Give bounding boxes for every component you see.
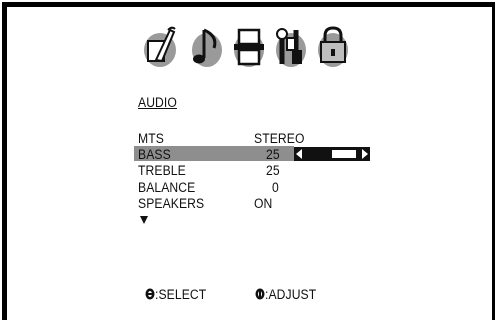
row-label-bass[interactable]: BASS bbox=[138, 147, 171, 162]
row-value-bass: 25 bbox=[266, 147, 280, 162]
menu-icon-bar bbox=[142, 24, 368, 74]
row-value-treble: 25 bbox=[266, 163, 280, 178]
setup-tv-icon[interactable] bbox=[230, 24, 268, 70]
row-label-speakers[interactable]: SPEAKERS bbox=[138, 196, 204, 211]
row-value-balance: 0 bbox=[272, 180, 279, 195]
row-label-treble[interactable]: TREBLE bbox=[138, 163, 186, 178]
more-items-arrow bbox=[140, 216, 148, 224]
row-label-balance[interactable]: BALANCE bbox=[138, 180, 195, 195]
row-value-mts: STEREO bbox=[254, 131, 305, 146]
audio-note-icon[interactable] bbox=[188, 24, 226, 70]
row-value-speakers: ON bbox=[254, 196, 273, 211]
lock-icon[interactable] bbox=[314, 24, 352, 70]
adjust-hint: :ADJUST bbox=[265, 287, 317, 302]
bass-slider[interactable] bbox=[294, 147, 370, 161]
adjust-button-icon bbox=[255, 288, 265, 300]
picture-icon[interactable] bbox=[142, 24, 180, 70]
select-button-icon bbox=[145, 288, 155, 300]
section-title: AUDIO bbox=[138, 95, 177, 110]
select-hint: :SELECT bbox=[155, 287, 207, 302]
features-tools-icon[interactable] bbox=[272, 24, 310, 70]
row-label-mts[interactable]: MTS bbox=[138, 131, 164, 146]
